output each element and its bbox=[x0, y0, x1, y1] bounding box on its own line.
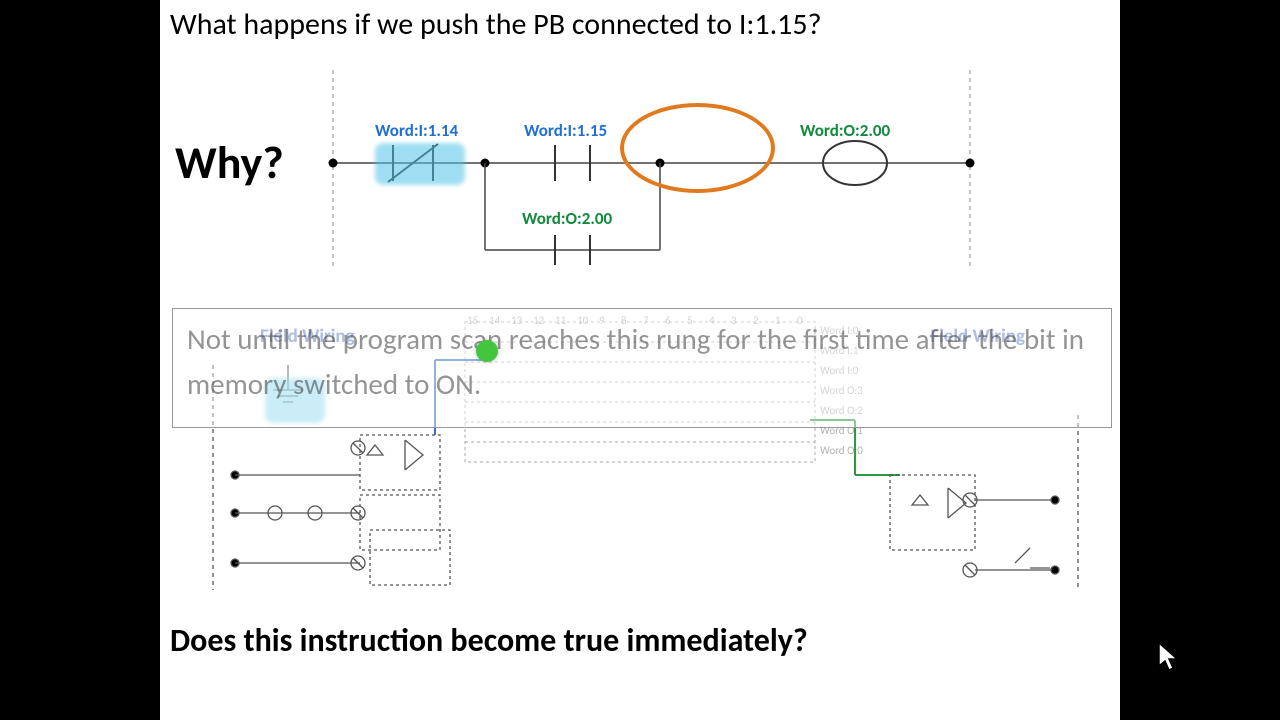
word-label-6: Word O:0 bbox=[820, 444, 863, 457]
mouse-cursor bbox=[1158, 642, 1180, 672]
answer-overlay: Not until the program scan reaches this … bbox=[172, 308, 1112, 428]
highlight-i115-ellipse bbox=[620, 103, 775, 193]
label-coil: Word:O:2.00 bbox=[800, 120, 890, 141]
label-i114: Word:I:1.14 bbox=[375, 120, 458, 141]
highlight-i114 bbox=[375, 143, 465, 185]
bottom-question: Does this instruction become true immedi… bbox=[170, 621, 808, 660]
label-branch: Word:O:2.00 bbox=[522, 208, 612, 229]
label-i115: Word:I:1.15 bbox=[524, 120, 607, 141]
laser-pointer bbox=[476, 340, 498, 362]
slide-title: What happens if we push the PB connected… bbox=[170, 6, 822, 43]
slide-content: What happens if we push the PB connected… bbox=[160, 0, 1120, 720]
answer-text: Not until the program scan reaches this … bbox=[187, 317, 1097, 407]
